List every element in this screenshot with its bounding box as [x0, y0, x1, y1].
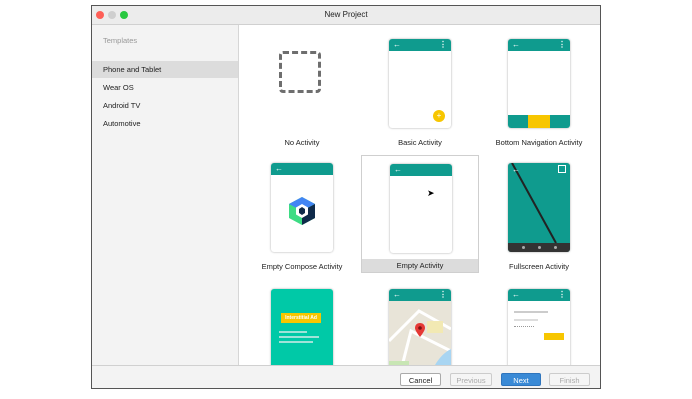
template-fullscreen-activity[interactable]: ← Fullscreen Activity	[480, 155, 598, 273]
sidebar-item-android-tv[interactable]: Android TV	[92, 97, 238, 114]
nav-recents-icon	[554, 246, 557, 249]
text-line	[279, 341, 313, 343]
dialog-footer: Cancel Previous Next Finish	[92, 365, 600, 388]
no-activity-preview	[279, 51, 321, 93]
basic-activity-preview: ← ⋮ +	[389, 39, 451, 128]
back-arrow-icon: ←	[512, 290, 520, 299]
template-label: Empty Activity	[362, 259, 478, 272]
sidebar-item-wear-os[interactable]: Wear OS	[92, 79, 238, 96]
fullscreen-preview: ←	[508, 163, 570, 252]
templates-sidebar: Templates Phone and Tablet Wear OS Andro…	[92, 25, 239, 365]
bottom-navigation-bar	[508, 115, 570, 128]
template-label: Fullscreen Activity	[508, 262, 570, 271]
app-bar: ← ⋮	[389, 289, 451, 301]
templates-heading: Templates	[103, 36, 138, 45]
app-bar: ← ⋮	[389, 39, 451, 51]
new-project-window: New Project Templates Phone and Tablet W…	[91, 5, 601, 389]
template-no-activity[interactable]: No Activity	[243, 31, 361, 149]
text-line	[514, 326, 534, 329]
template-label: Bottom Navigation Activity	[495, 138, 583, 147]
diagonal-line-graphic	[511, 163, 557, 244]
template-gallery: No Activity ← ⋮ + Basic Activity ← ⋮ Bot…	[239, 25, 600, 365]
empty-compose-preview: ←	[271, 163, 333, 252]
interstitial-ad-preview: Interstitial Ad	[271, 289, 333, 365]
back-arrow-icon: ←	[512, 40, 520, 49]
cancel-button[interactable]: Cancel	[400, 373, 441, 386]
bottom-nav-selected-item	[528, 115, 550, 128]
plus-icon: +	[433, 110, 445, 122]
settings-preview: ← ⋮	[508, 289, 570, 365]
action-button-graphic	[544, 333, 564, 340]
template-interstitial-ad[interactable]: Interstitial Ad	[243, 281, 361, 365]
back-arrow-icon: ←	[512, 165, 520, 174]
overflow-menu-icon: ⋮	[439, 40, 447, 49]
sidebar-item-automotive[interactable]: Automotive	[92, 115, 238, 132]
text-line	[514, 319, 538, 321]
template-bottom-navigation-activity[interactable]: ← ⋮ Bottom Navigation Activity	[480, 31, 598, 149]
overflow-menu-icon: ⋮	[558, 40, 566, 49]
nav-back-icon	[522, 246, 525, 249]
finish-button[interactable]: Finish	[549, 373, 590, 386]
interstitial-ad-badge: Interstitial Ad	[281, 313, 321, 323]
template-label: Basic Activity	[398, 138, 442, 147]
app-bar: ←	[271, 163, 333, 175]
template-basic-activity[interactable]: ← ⋮ + Basic Activity	[361, 31, 479, 149]
app-bar: ←	[390, 164, 452, 176]
jetpack-compose-logo-icon	[289, 197, 315, 225]
map-pin-icon	[415, 323, 425, 337]
template-empty-activity[interactable]: ← ➤ Empty Activity	[361, 155, 479, 273]
app-bar: ← ⋮	[508, 289, 570, 301]
app-bar: ← ⋮	[508, 39, 570, 51]
overflow-menu-icon: ⋮	[558, 290, 566, 299]
maps-preview: ← ⋮	[389, 289, 451, 365]
template-empty-compose-activity[interactable]: ← Empty Compose Activity	[243, 155, 361, 273]
empty-activity-preview: ← ➤	[390, 164, 452, 253]
text-line	[279, 331, 307, 333]
template-settings-activity[interactable]: ← ⋮	[480, 281, 598, 365]
previous-button[interactable]: Previous	[450, 373, 492, 386]
next-button[interactable]: Next	[501, 373, 541, 386]
back-arrow-icon: ←	[393, 290, 401, 299]
text-line	[279, 336, 319, 338]
template-maps-activity[interactable]: ← ⋮	[361, 281, 479, 365]
fullscreen-expand-icon	[558, 165, 566, 173]
title-bar: New Project	[92, 6, 600, 25]
nav-home-icon	[538, 246, 541, 249]
template-label: No Activity	[284, 138, 320, 147]
template-label: Empty Compose Activity	[261, 262, 343, 271]
mouse-pointer-icon: ➤	[427, 188, 435, 198]
text-line	[514, 311, 548, 313]
back-arrow-icon: ←	[393, 40, 401, 49]
window-title: New Project	[324, 10, 368, 19]
back-arrow-icon: ←	[275, 164, 283, 173]
system-navigation-bar	[508, 243, 570, 252]
sidebar-item-phone-and-tablet[interactable]: Phone and Tablet	[92, 61, 238, 78]
back-arrow-icon: ←	[394, 165, 402, 174]
bottom-navigation-preview: ← ⋮	[508, 39, 570, 128]
overflow-menu-icon: ⋮	[439, 290, 447, 299]
